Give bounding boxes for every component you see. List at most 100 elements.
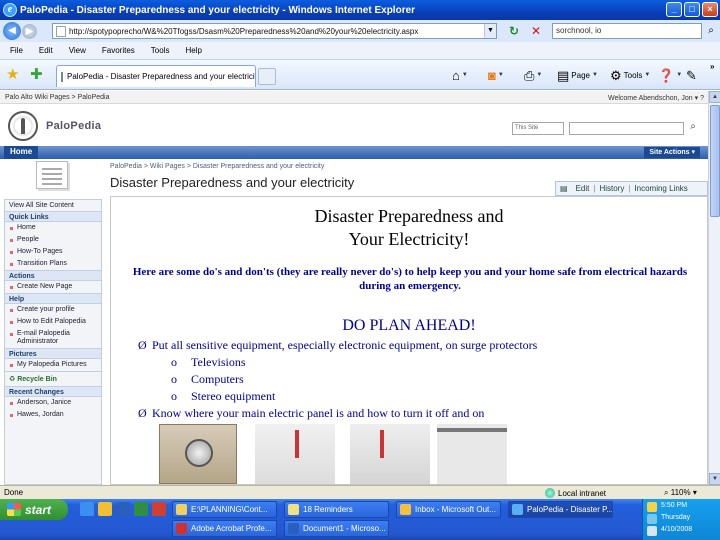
menu-edit[interactable]: Edit [39,46,53,55]
globe-icon [545,488,555,498]
search-input[interactable]: sorchnool, io [552,23,702,39]
tray-icon[interactable] [647,514,657,524]
site-search-icon[interactable]: ⌕ [686,121,700,135]
address-url[interactable]: http://spotypoprecho/W&%20Tfogss/Dsasm%2… [69,27,418,36]
new-tab-button[interactable] [258,68,276,85]
quick-link-transition-plans[interactable]: Transition Plans [5,258,101,270]
tab-palopedia[interactable]: PaloPedia - Disaster Preparedness and yo… [56,65,256,87]
toolbar-overflow-icon[interactable]: » [710,62,714,71]
section-heading: DO PLAN AHEAD! [342,317,476,334]
clock-day: Thursday [661,514,691,521]
quick-links-heading[interactable]: Quick Links [5,211,101,222]
menu-file[interactable]: File [10,46,23,55]
system-tray: 5:50 PM Thursday 4/10/2008 [642,499,720,540]
task-explorer[interactable]: E:\PLANNING\Cont... [172,501,277,518]
refresh-icon[interactable]: ↻ [507,24,521,38]
ie-icon: e [3,3,17,17]
tools-menu-label: Tools [623,70,643,80]
start-button[interactable]: start [0,499,68,520]
search-icon[interactable]: ⌕ [704,24,718,38]
task-acrobat[interactable]: Adobe Acrobat Profe... [172,520,277,537]
zoom-level[interactable]: ⌕ 110% ▾ [664,488,697,498]
vertical-scrollbar[interactable]: ▲ ▼ [708,91,720,485]
word-launch-icon[interactable] [116,502,130,516]
city-seal-logo[interactable] [8,111,38,141]
welcome-menu[interactable]: Welcome Abendschon, Jon ▾ ? [608,94,704,102]
wiki-edit-icon: ▤ [560,184,568,193]
nav-home-tab[interactable]: Home [4,146,39,159]
clock-time[interactable]: 5:50 PM [661,502,687,509]
history-link[interactable]: History [595,184,628,193]
quick-link-home[interactable]: Home [5,222,101,234]
recycle-icon: ♻ [9,376,16,383]
address-bar[interactable]: http://spotypoprecho/W&%20Tfogss/Dsasm%2… [52,23,497,39]
print-button[interactable]: ⎙ ▼ [524,67,542,83]
task-reminders[interactable]: 18 Reminders [284,501,389,518]
excel-launch-icon[interactable] [134,502,148,516]
site-actions-button[interactable]: Site Actions ▾ [644,147,700,158]
create-new-page-link[interactable]: Create New Page [5,281,101,293]
panel-photo [350,424,430,484]
stop-icon[interactable]: ✕ [529,24,543,38]
add-favorite-icon[interactable]: ✚ [30,67,43,82]
back-button[interactable]: ◀ [3,22,21,40]
scroll-down-icon[interactable]: ▼ [709,473,720,485]
search-scope-select[interactable]: This Site [512,122,564,135]
task-palopedia-ie[interactable]: PaloPedia - Disaster P... [508,501,613,518]
minimize-button[interactable]: _ [666,2,682,17]
ie-launch-icon[interactable] [80,502,94,516]
incoming-links-link[interactable]: Incoming Links [630,184,691,193]
view-all-site-content-link[interactable]: View All Site Content [5,200,101,211]
my-pictures-link[interactable]: My Palopedia Pictures [5,359,101,371]
favorites-star-icon[interactable]: ★ [6,67,19,82]
how-to-edit-link[interactable]: How to Edit Palopedia [5,316,101,328]
powerpoint-launch-icon[interactable] [152,502,166,516]
home-button[interactable]: ⌂ ▼ [452,67,468,83]
help-heading[interactable]: Help [5,293,101,304]
quick-link-how-to[interactable]: How-To Pages [5,246,101,258]
task-word-document[interactable]: Document1 - Microso... [284,520,389,537]
help-icon: ❓ [658,67,675,83]
recent-change-item[interactable]: Hawes, Jordan [5,409,101,421]
actions-heading[interactable]: Actions [5,270,101,281]
security-zone[interactable]: Local intranet [545,488,606,498]
printer-icon: ⎙ [524,67,535,83]
recent-change-item[interactable]: Anderson, Janice [5,397,101,409]
maximize-button[interactable]: □ [684,2,700,17]
quick-link-people[interactable]: People [5,234,101,246]
email-admin-link[interactable]: E-mail Palopedia Administrator [5,328,101,348]
menu-tools[interactable]: Tools [151,46,170,55]
breadcrumb[interactable]: PaloPedia > Wiki Pages > Disaster Prepar… [110,163,324,170]
close-button[interactable]: × [702,2,718,17]
menu-help[interactable]: Help [185,46,201,55]
top-links[interactable]: Palo Alto Wiki Pages > PaloPedia [5,94,109,101]
forward-button[interactable]: ▶ [22,23,37,39]
feeds-button[interactable]: ◙ ▼ [488,67,504,83]
help-button[interactable]: ❓ ▼ [658,67,682,83]
page-menu-button[interactable]: ▤ Page ▼ [557,67,598,83]
quick-launch: View All Site Content Quick Links Home P… [4,199,102,485]
sub-item-televisions: o Televisions [171,355,246,369]
window-title-bar[interactable]: e PaloPedia - Disaster Preparedness and … [0,0,720,20]
pictures-heading[interactable]: Pictures [5,348,101,359]
menu-view[interactable]: View [69,46,86,55]
scroll-up-icon[interactable]: ▲ [709,91,720,103]
research-button[interactable]: ✎ [686,67,697,83]
outlook-launch-icon[interactable] [98,502,112,516]
tray-icon[interactable] [647,502,657,512]
task-outlook-inbox[interactable]: Inbox - Microsoft Out... [396,501,501,518]
recycle-bin-link[interactable]: ♻ Recycle Bin [5,371,101,386]
menu-favorites[interactable]: Favorites [102,46,135,55]
site-name[interactable]: PaloPedia [46,120,101,132]
panel-photo [437,424,507,484]
tools-menu-button[interactable]: ⚙ Tools ▼ [610,67,650,83]
help-icon[interactable]: ? [700,95,704,102]
window-title: PaloPedia - Disaster Preparedness and yo… [20,4,416,16]
create-profile-link[interactable]: Create your profile [5,304,101,316]
recent-changes-heading[interactable]: Recent Changes [5,386,101,397]
scroll-thumb[interactable] [710,105,720,217]
site-search-input[interactable] [569,122,684,135]
edit-link[interactable]: Edit [572,184,594,193]
address-dropdown-icon[interactable]: ▼ [484,24,496,38]
tray-icon[interactable] [647,526,657,536]
